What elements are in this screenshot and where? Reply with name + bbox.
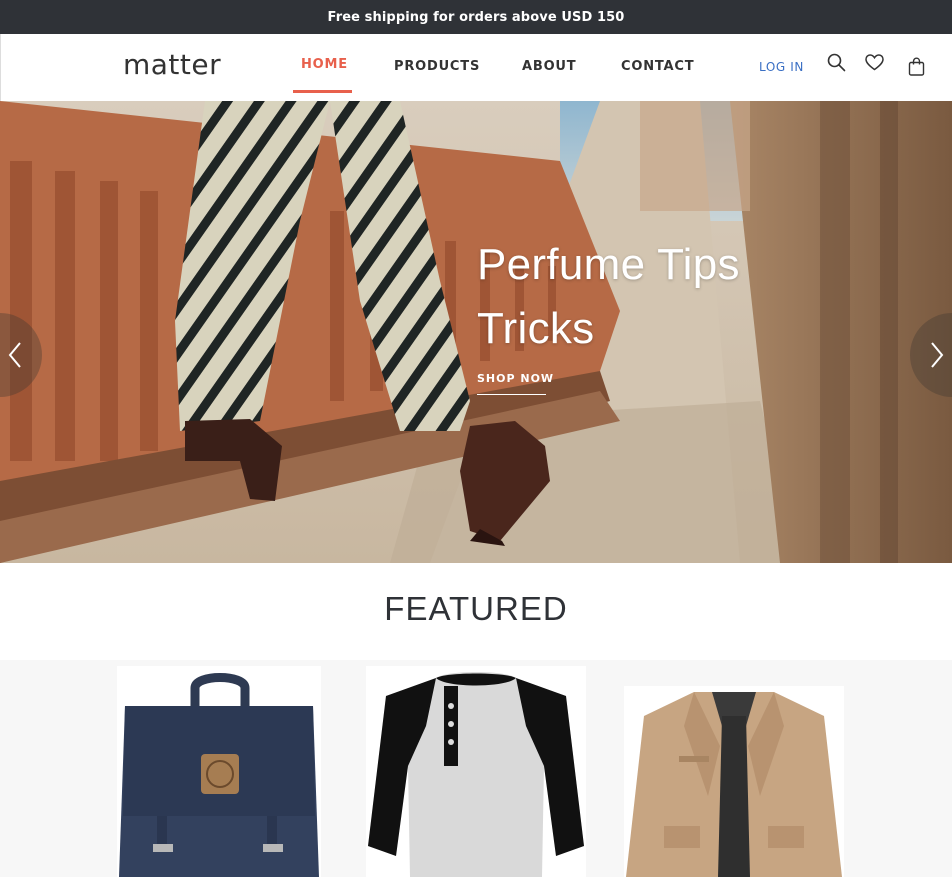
shop-now-link[interactable]: SHOP NOW [477, 372, 554, 385]
jacket-image [626, 692, 842, 877]
nav-contact[interactable]: CONTACT [621, 59, 694, 74]
announcement-text: Free shipping for orders above USD 150 [327, 9, 625, 25]
heart-icon[interactable] [865, 54, 884, 75]
backpack-image [119, 673, 319, 877]
featured-heading: FEATURED [384, 590, 568, 627]
login-link[interactable]: LOG IN [759, 60, 804, 74]
announcement-bar: Free shipping for orders above USD 150 [0, 0, 952, 34]
chevron-right-icon [931, 342, 944, 368]
henley-shirt-image [368, 672, 584, 877]
hero-title-line1: Perfume Tips [477, 240, 740, 289]
nav-active-indicator [293, 90, 352, 93]
nav-about[interactable]: ABOUT [522, 59, 576, 74]
shopping-bag-icon[interactable] [908, 57, 925, 80]
chevron-left-icon [8, 342, 21, 368]
product-card-jacket[interactable] [624, 686, 844, 877]
hero-title-line2: Tricks [477, 304, 595, 353]
product-card-backpack[interactable] [117, 666, 321, 877]
site-header: matter HOME PRODUCTS ABOUT CONTACT LOG I… [0, 34, 952, 101]
hero-title: Perfume Tips Tricks [477, 233, 740, 361]
hero-image [0, 101, 952, 563]
product-card-henley[interactable] [366, 666, 586, 877]
nav-home[interactable]: HOME [301, 57, 348, 72]
search-icon[interactable] [827, 53, 846, 76]
hero-banner: Perfume Tips Tricks SHOP NOW [0, 101, 952, 563]
nav-products[interactable]: PRODUCTS [394, 59, 480, 74]
shop-now-underline [477, 394, 546, 395]
featured-products [0, 660, 952, 877]
brand-logo[interactable]: matter [123, 48, 221, 81]
